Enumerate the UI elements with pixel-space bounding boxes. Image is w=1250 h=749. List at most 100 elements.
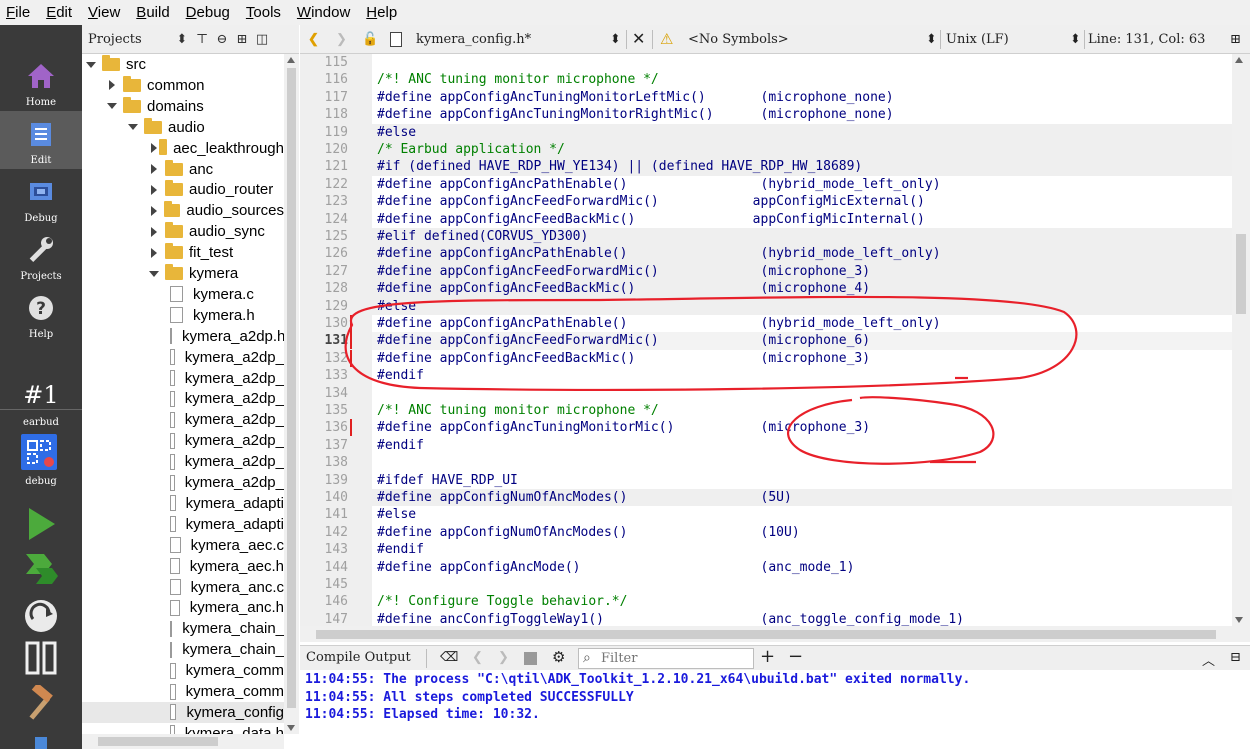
chevron-down-icon[interactable] <box>149 269 159 279</box>
code-line[interactable]: #if (defined HAVE_RDP_HW_YE134) || (defi… <box>372 158 1232 176</box>
deploy-icon[interactable] <box>22 550 60 588</box>
tree-file[interactable]: kymera_a2dp.h <box>82 326 284 347</box>
code-line[interactable]: /*! ANC tuning monitor microphone */ <box>372 71 1232 88</box>
code-line[interactable]: #define appConfigAncTuningMonitorLeftMic… <box>372 89 1232 106</box>
tree-folder[interactable]: src <box>82 54 284 75</box>
tree-file[interactable]: kymera_chain_ <box>82 639 284 660</box>
code-line[interactable]: #endif <box>372 367 1232 384</box>
tree-folder[interactable]: audio_sources <box>82 200 284 221</box>
tree-file[interactable]: kymera_anc.c <box>82 577 284 598</box>
output-filter-input[interactable] <box>601 649 751 668</box>
mode-projects[interactable]: Projects <box>0 227 82 285</box>
code-line[interactable]: #ifdef HAVE_RDP_UI <box>372 472 1232 489</box>
line-ending-arrows-icon[interactable]: ⬍ <box>1070 32 1081 47</box>
filter-icon[interactable]: ⊤ <box>192 32 212 47</box>
maximize-pane-icon[interactable]: ︿ <box>1202 650 1215 669</box>
tree-file[interactable]: kymera_adapti <box>82 514 284 535</box>
close-document-icon[interactable]: ✕ <box>632 29 645 48</box>
build-hammer-icon[interactable] <box>22 685 60 723</box>
reset-icon[interactable] <box>22 597 60 635</box>
code-line[interactable]: #define appConfigAncMode() (anc_mode_1) <box>372 559 1232 576</box>
tree-folder[interactable]: audio_sync <box>82 221 284 242</box>
cursor-position[interactable]: Line: 131, Col: 63 <box>1088 32 1205 47</box>
menu-tools[interactable]: Tools <box>246 4 281 21</box>
code-editor[interactable]: /*! ANC tuning monitor microphone */#def… <box>372 54 1232 626</box>
output-filter-box[interactable]: ⌕ <box>578 648 754 669</box>
menu-build[interactable]: Build <box>136 4 169 21</box>
mode-edit[interactable]: Edit <box>0 111 82 169</box>
settings-gear-icon[interactable]: ⚙ <box>552 648 565 666</box>
code-line[interactable]: #else <box>372 297 1232 315</box>
projects-pane-title[interactable]: Projects <box>82 32 172 47</box>
code-line[interactable]: #define appConfigAncPathEnable() (hybrid… <box>372 245 1232 263</box>
tree-file[interactable]: kymera_aec.c <box>82 535 284 556</box>
tree-file[interactable]: kymera_adapti <box>82 493 284 514</box>
menu-debug[interactable]: Debug <box>186 4 230 21</box>
chevron-right-icon[interactable] <box>107 80 117 91</box>
split-editor-icon[interactable]: ⊞ <box>1230 32 1241 47</box>
tree-folder[interactable]: kymera <box>82 263 284 284</box>
menu-window[interactable]: Window <box>297 4 350 21</box>
tree-folder[interactable]: audio <box>82 117 284 138</box>
project-tree-vertical-scrollbar[interactable] <box>284 54 299 734</box>
code-line[interactable]: #define appConfigAncFeedBackMic() (micro… <box>372 350 1232 367</box>
tree-file[interactable]: kymera_a2dp_ <box>82 347 284 368</box>
tree-folder[interactable]: anc <box>82 159 284 180</box>
code-line[interactable] <box>372 454 1232 471</box>
stop-icon[interactable] <box>524 652 537 665</box>
code-line[interactable]: #define appConfigAncPathEnable() (hybrid… <box>372 176 1232 193</box>
chevron-right-icon[interactable] <box>149 205 158 216</box>
forward-icon[interactable]: ❯ <box>336 32 347 47</box>
tree-folder[interactable]: aec_leakthrough <box>82 138 284 159</box>
code-line[interactable]: #endif <box>372 541 1232 558</box>
code-line[interactable]: #else <box>372 506 1232 523</box>
code-line[interactable]: #endif <box>372 437 1232 454</box>
code-line[interactable]: #elif defined(CORVUS_YD300) <box>372 228 1232 246</box>
chevron-down-icon[interactable] <box>107 101 117 111</box>
tree-file[interactable]: kymera_chain_ <box>82 618 284 639</box>
menu-file[interactable]: File <box>6 4 30 21</box>
tree-folder[interactable]: domains <box>82 96 284 117</box>
tree-file[interactable]: kymera_a2dp_ <box>82 430 284 451</box>
code-line[interactable]: #define appConfigNumOfAncModes() (10U) <box>372 524 1232 541</box>
kit-selector-icon[interactable] <box>21 434 57 470</box>
menu-edit[interactable]: Edit <box>46 4 72 21</box>
chevron-right-icon[interactable] <box>149 247 159 258</box>
chevron-right-icon[interactable] <box>149 226 159 237</box>
mode-home[interactable]: Home <box>0 53 82 111</box>
document-dropdown-arrows-icon[interactable]: ⬍ <box>610 32 621 47</box>
previous-item-icon[interactable]: ❮ <box>472 650 483 665</box>
code-line[interactable]: /* Earbud application */ <box>372 141 1232 159</box>
tree-file[interactable]: kymera_anc.h <box>82 597 284 618</box>
close-pane-icon[interactable]: ⊟ <box>1230 650 1241 665</box>
remove-icon[interactable]: − <box>788 646 803 667</box>
editor-vertical-scrollbar[interactable] <box>1232 54 1250 626</box>
line-ending-selector[interactable]: Unix (LF) <box>946 32 1009 47</box>
tree-folder[interactable]: common <box>82 75 284 96</box>
tree-file[interactable]: kymera.c <box>82 284 284 305</box>
pause-icon[interactable] <box>22 639 60 677</box>
mode-debug[interactable]: Debug <box>0 169 82 227</box>
clean-icon[interactable] <box>22 733 60 749</box>
close-pane-icon[interactable]: ◫ <box>252 32 272 47</box>
next-item-icon[interactable]: ❯ <box>498 650 509 665</box>
output-pane-title[interactable]: Compile Output <box>306 650 411 665</box>
code-line[interactable] <box>372 385 1232 402</box>
link-icon[interactable]: ⊖ <box>212 32 232 47</box>
run-icon[interactable] <box>22 505 60 543</box>
tree-file[interactable]: kymera_comm <box>82 660 284 681</box>
tree-folder[interactable]: fit_test <box>82 242 284 263</box>
tree-file[interactable]: kymera_a2dp_ <box>82 388 284 409</box>
editor-horizontal-scrollbar[interactable] <box>300 626 1250 642</box>
tree-file[interactable]: kymera_data.h <box>82 723 284 734</box>
menu-view[interactable]: View <box>88 4 120 21</box>
code-line[interactable]: #define appConfigAncFeedForwardMic() (mi… <box>372 332 1232 350</box>
code-line[interactable]: #define appConfigAncPathEnable() (hybrid… <box>372 315 1232 332</box>
tree-file[interactable]: kymera_config <box>82 701 284 723</box>
chevron-right-icon[interactable] <box>149 164 159 174</box>
chevron-right-icon[interactable] <box>149 184 159 195</box>
tree-file[interactable]: kymera_a2dp_ <box>82 409 284 430</box>
code-line[interactable] <box>372 576 1232 593</box>
tree-file[interactable]: kymera_a2dp_ <box>82 472 284 493</box>
symbols-dropdown[interactable]: <No Symbols> <box>688 32 789 47</box>
